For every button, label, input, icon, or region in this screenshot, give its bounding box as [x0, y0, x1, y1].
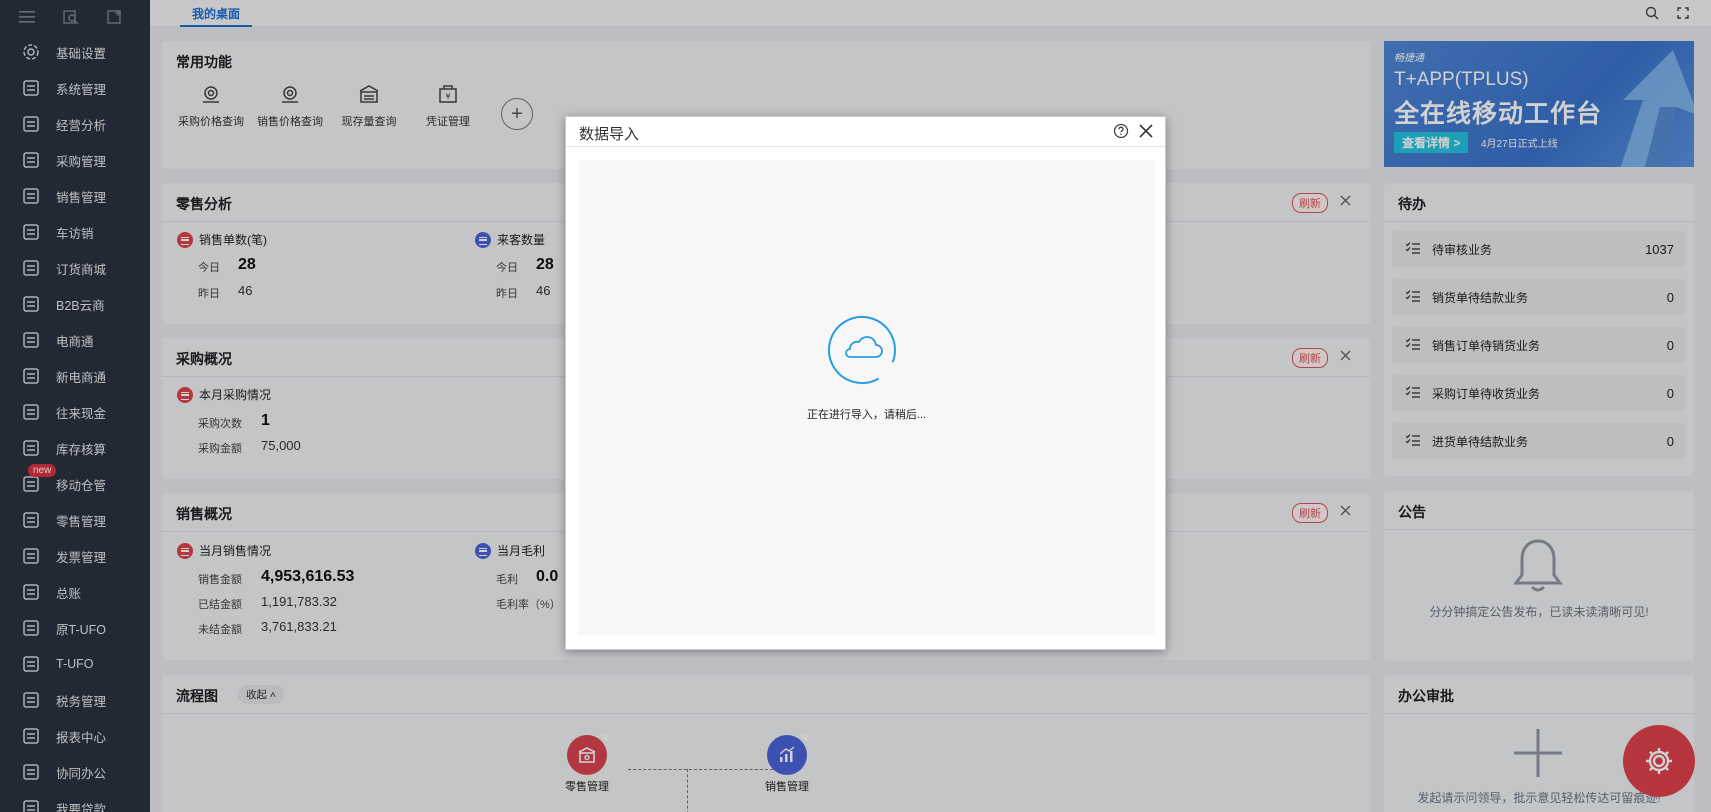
cloud-loading-icon — [826, 314, 898, 386]
dialog-title: 数据导入 — [579, 126, 640, 143]
help-icon[interactable] — [1113, 123, 1129, 139]
import-status-text: 正在进行导入，请稍后... — [806, 409, 927, 421]
dialog-body: 正在进行导入，请稍后... — [578, 160, 1155, 635]
dialog-header: 数据导入 — [566, 117, 1165, 147]
close-icon[interactable] — [1137, 122, 1155, 140]
data-import-dialog: 数据导入 正在进行导入，请稍后... — [565, 116, 1166, 650]
